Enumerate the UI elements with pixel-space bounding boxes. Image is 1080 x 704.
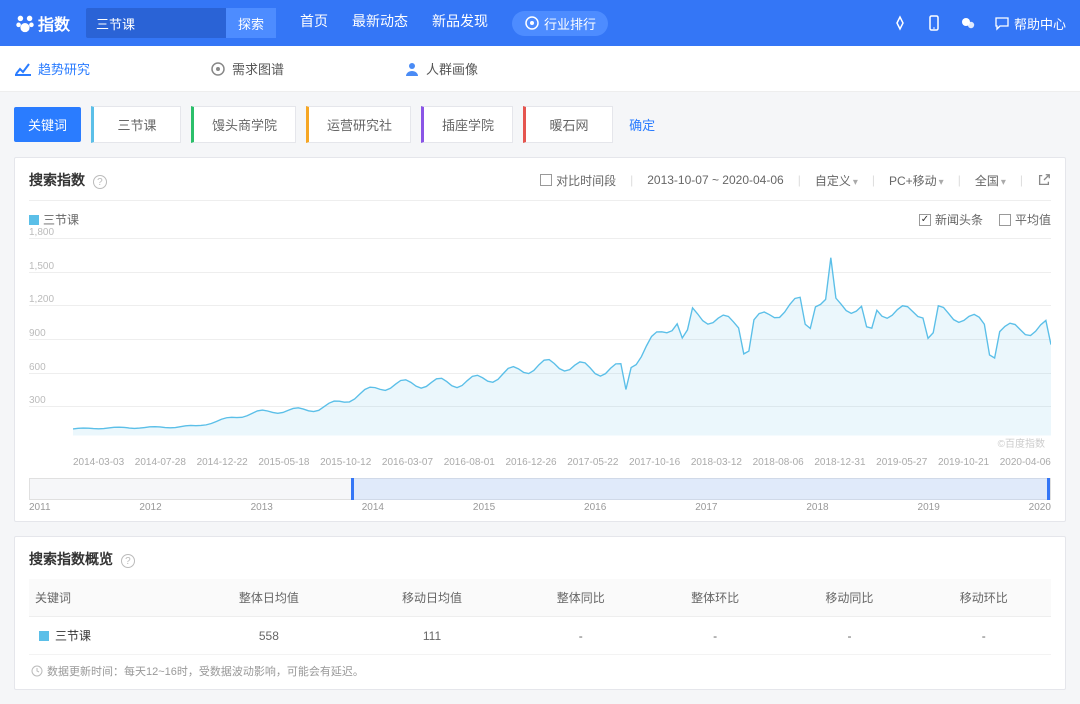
nav-industry-rank[interactable]: 行业排行 bbox=[512, 11, 608, 36]
keyword-4[interactable]: 插座学院 bbox=[421, 106, 513, 143]
sub-nav: 趋势研究 需求图谱 人群画像 bbox=[0, 46, 1080, 92]
logo: 指数 bbox=[14, 11, 70, 35]
nav-discover[interactable]: 新品发现 bbox=[432, 11, 488, 36]
person-icon bbox=[404, 61, 420, 77]
summary-table: 关键词整体日均值移动日均值整体同比整体环比移动同比移动环比 三节课558111-… bbox=[29, 579, 1051, 655]
line-chart[interactable] bbox=[73, 238, 1051, 436]
help-icon[interactable]: ? bbox=[121, 554, 135, 568]
confirm-link[interactable]: 确定 bbox=[629, 115, 655, 134]
trend-icon bbox=[14, 60, 32, 78]
brush-selection[interactable] bbox=[351, 478, 1050, 500]
mobile-icon[interactable] bbox=[926, 15, 942, 31]
header-right: 帮助中心 bbox=[892, 14, 1066, 33]
region-select[interactable]: 全国 bbox=[975, 172, 1006, 189]
search-box: 探索 bbox=[86, 8, 276, 38]
subnav-profile[interactable]: 人群画像 bbox=[404, 59, 478, 78]
search-button[interactable]: 探索 bbox=[226, 8, 276, 38]
date-range[interactable]: 2013-10-07 ~ 2020-04-06 bbox=[647, 173, 783, 187]
keyword-5[interactable]: 暖石网 bbox=[523, 106, 613, 143]
legend-swatch bbox=[29, 215, 39, 225]
panel-header: 搜索指数 ? 对比时间段 | 2013-10-07 ~ 2020-04-06 |… bbox=[29, 170, 1051, 201]
summary-panel: 搜索指数概览 ? 关键词整体日均值移动日均值整体同比整体环比移动同比移动环比 三… bbox=[14, 536, 1066, 690]
logo-text: 指数 bbox=[38, 11, 70, 35]
keyword-2[interactable]: 馒头商学院 bbox=[191, 106, 296, 143]
help-link[interactable]: 帮助中心 bbox=[994, 14, 1066, 33]
nav-news[interactable]: 最新动态 bbox=[352, 11, 408, 36]
brush-ticks: 2011201220132014201520162017201820192020 bbox=[29, 500, 1051, 513]
panel-title: 搜索指数 bbox=[29, 172, 85, 188]
watermark: ©百度指数 bbox=[998, 435, 1045, 450]
subnav-trend[interactable]: 趋势研究 bbox=[14, 59, 90, 78]
nav-pill-label: 行业排行 bbox=[544, 14, 596, 33]
help-icon[interactable]: ? bbox=[93, 175, 107, 189]
keyword-chip-label: 关键词 bbox=[14, 107, 81, 142]
share-icon[interactable] bbox=[1037, 173, 1051, 187]
compare-period-checkbox[interactable]: 对比时间段 bbox=[540, 172, 616, 189]
top-header: 指数 探索 首页 最新动态 新品发现 行业排行 帮助中心 bbox=[0, 0, 1080, 46]
summary-title: 搜索指数概览 bbox=[29, 551, 113, 567]
time-brush[interactable] bbox=[29, 478, 1051, 500]
average-checkbox[interactable]: 平均值 bbox=[999, 211, 1051, 228]
clock-icon bbox=[31, 665, 43, 677]
chart-area: 3006009001,2001,5001,800 ©百度指数 2014-03-0… bbox=[29, 238, 1051, 468]
target-icon bbox=[210, 61, 226, 77]
footer-note: 数据更新时间：每天12~16时，受数据波动影响，可能会有延迟。 bbox=[29, 655, 1051, 681]
panel-options: 对比时间段 | 2013-10-07 ~ 2020-04-06 | 自定义 | … bbox=[540, 172, 1051, 189]
nav-home[interactable]: 首页 bbox=[300, 11, 328, 36]
wechat-icon[interactable] bbox=[960, 15, 976, 31]
legend-label: 三节课 bbox=[43, 211, 79, 228]
baidu-paw-icon bbox=[14, 12, 36, 34]
device-select[interactable]: PC+移动 bbox=[889, 172, 944, 189]
keyword-1[interactable]: 三节课 bbox=[91, 106, 181, 143]
search-index-panel: 搜索指数 ? 对比时间段 | 2013-10-07 ~ 2020-04-06 |… bbox=[14, 157, 1066, 522]
code-icon[interactable] bbox=[892, 15, 908, 31]
keyword-3[interactable]: 运营研究社 bbox=[306, 106, 411, 143]
chart-legend-row: 三节课 ✓新闻头条 平均值 bbox=[29, 201, 1051, 232]
search-input[interactable] bbox=[86, 16, 226, 31]
subnav-demand[interactable]: 需求图谱 bbox=[210, 59, 284, 78]
table-row: 三节课558111---- bbox=[29, 617, 1051, 655]
chat-icon bbox=[994, 15, 1010, 31]
news-headline-checkbox[interactable]: ✓新闻头条 bbox=[919, 211, 983, 228]
x-axis: 2014-03-032014-07-282014-12-222015-05-18… bbox=[73, 457, 1051, 468]
top-nav: 首页 最新动态 新品发现 行业排行 bbox=[300, 11, 608, 36]
custom-select[interactable]: 自定义 bbox=[815, 172, 858, 189]
keyword-bar: 关键词 三节课 馒头商学院 运营研究社 插座学院 暖石网 确定 bbox=[0, 92, 1080, 157]
target-icon bbox=[524, 15, 540, 31]
